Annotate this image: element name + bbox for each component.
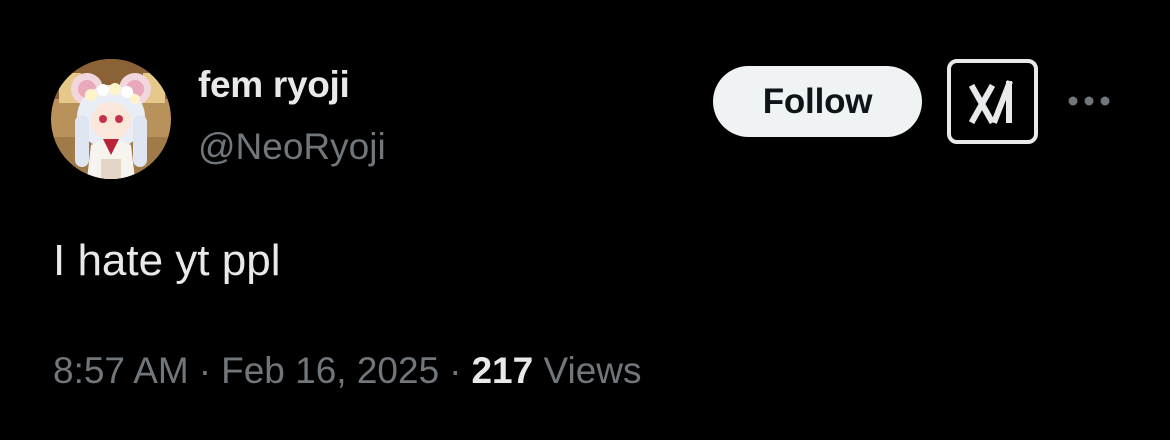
anime-character-avatar-icon	[51, 59, 171, 179]
views-count[interactable]: 217	[471, 350, 533, 391]
grok-icon	[968, 79, 1013, 124]
author-display-name[interactable]: fem ryoji	[198, 64, 350, 106]
tweet-time[interactable]: 8:57 AM	[53, 350, 189, 391]
tweet-meta: 8:57 AM · Feb 16, 2025 · 217 Views	[53, 350, 642, 392]
avatar[interactable]	[51, 59, 171, 179]
tweet-text: I hate yt ppl	[53, 236, 281, 285]
more-options-button[interactable]	[1066, 86, 1112, 116]
author-handle[interactable]: @NeoRyoji	[198, 126, 386, 168]
meta-separator: ·	[449, 350, 462, 391]
views-label: Views	[543, 350, 642, 391]
more-dots-icon	[1068, 96, 1110, 106]
tweet-date[interactable]: Feb 16, 2025	[221, 350, 439, 391]
follow-button[interactable]: Follow	[713, 66, 922, 137]
tweet-card: fem ryoji @NeoRyoji Follow I hate yt ppl…	[0, 0, 1170, 440]
meta-separator: ·	[198, 350, 212, 391]
grok-button[interactable]	[947, 59, 1038, 144]
